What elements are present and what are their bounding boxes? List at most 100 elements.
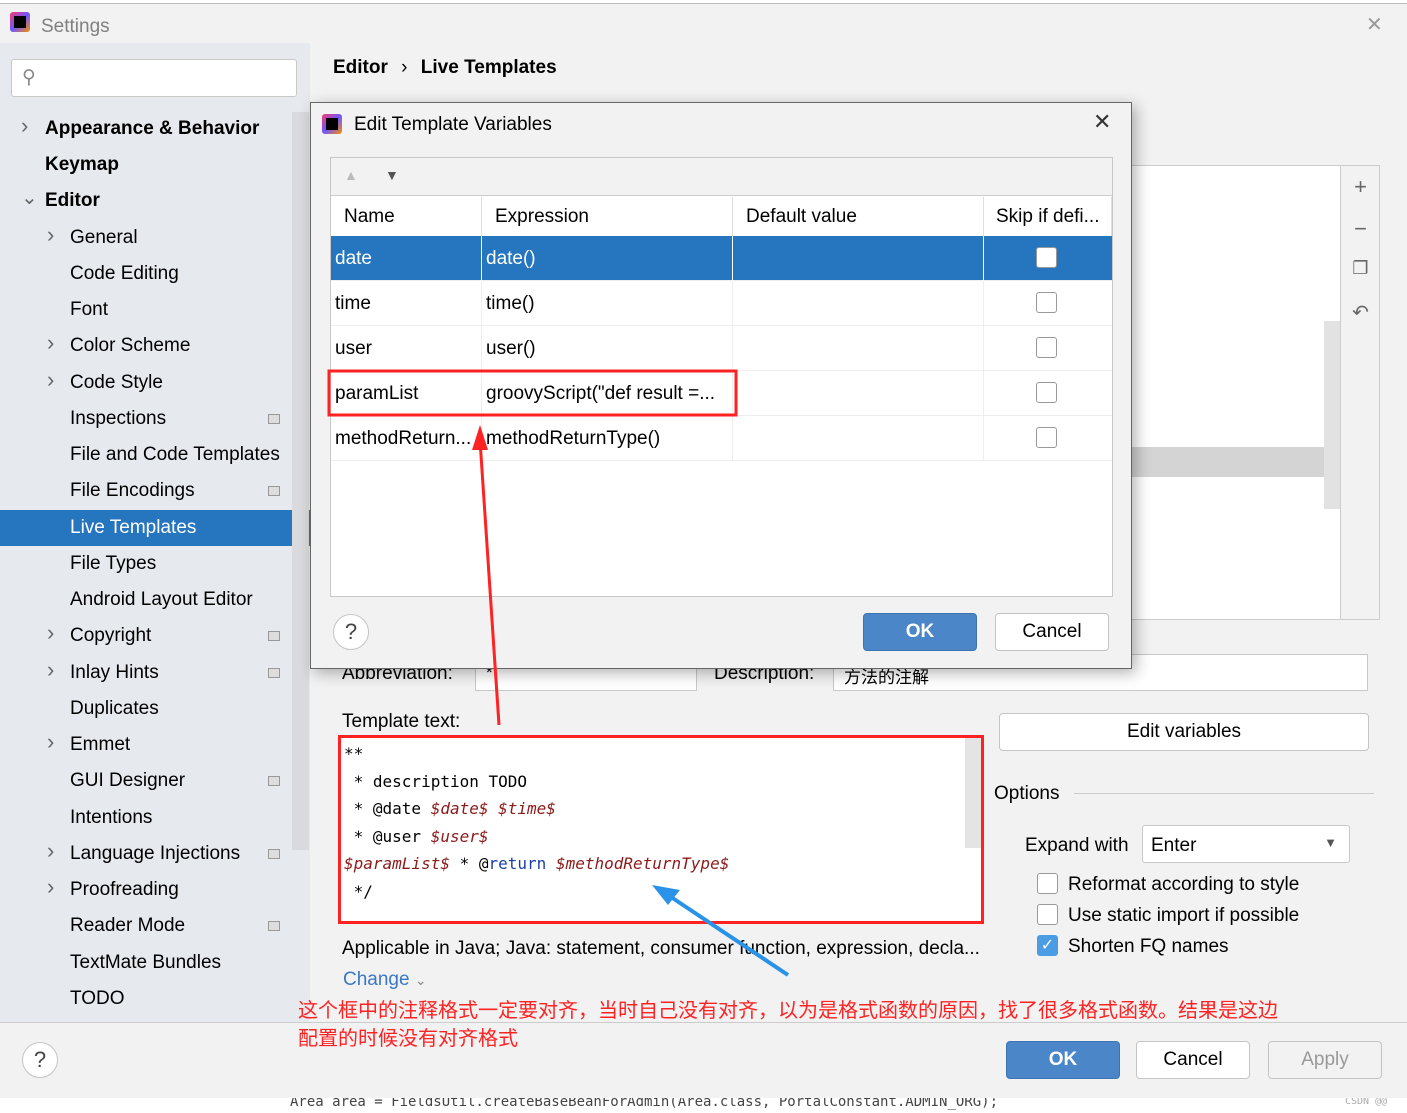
close-icon[interactable]: ✕ (1366, 12, 1383, 37)
cell-default[interactable] (733, 371, 984, 416)
skip-if-defined-checkbox[interactable] (1036, 337, 1057, 358)
help-button[interactable]: ? (22, 1042, 58, 1078)
cell-name[interactable]: time (331, 281, 482, 326)
sidebar-item-inlay-hints[interactable]: › Inlay Hints (0, 655, 310, 691)
cell-expression[interactable]: user() (482, 326, 733, 371)
table-row[interactable]: paramList groovyScript("def result =... (331, 371, 1112, 416)
column-header[interactable]: Default value (733, 197, 984, 236)
skip-if-defined-checkbox[interactable] (1036, 382, 1057, 403)
cell-expression[interactable]: methodReturnType() (482, 416, 733, 461)
sidebar-item-proofreading[interactable]: › Proofreading (0, 872, 310, 908)
revert-icon[interactable]: ↶ (1341, 300, 1380, 325)
dialog-cancel-button[interactable]: Cancel (995, 613, 1109, 651)
sidebar-scrollbar[interactable] (292, 112, 309, 850)
dialog-help-button[interactable]: ? (333, 614, 369, 650)
checkbox[interactable] (1037, 873, 1058, 894)
sidebar-item-code-style[interactable]: › Code Style (0, 365, 310, 401)
chevron-right-icon[interactable]: › (47, 222, 54, 248)
template-text: * @date (344, 799, 431, 818)
chevron-right-icon[interactable]: › (47, 330, 54, 356)
sidebar-item-keymap[interactable]: Keymap (0, 147, 310, 183)
sidebar-item-label: Inspections (70, 408, 167, 429)
cell-name[interactable]: methodReturn... (331, 416, 482, 461)
chevron-right-icon[interactable]: › (21, 113, 28, 139)
column-header[interactable]: Expression (482, 197, 733, 236)
checkbox[interactable]: ✓ (1037, 935, 1058, 956)
cell-expression[interactable]: date() (482, 236, 733, 281)
cell-name[interactable]: date (331, 236, 482, 281)
copy-icon[interactable]: ❐ (1341, 258, 1380, 279)
sidebar-item-duplicates[interactable]: Duplicates (0, 691, 310, 727)
move-down-icon[interactable]: ▼ (385, 167, 399, 183)
cell-default[interactable] (733, 281, 984, 326)
checkbox-label[interactable]: Shorten FQ names (1068, 936, 1229, 958)
table-row[interactable]: time time() (331, 281, 1112, 326)
template-line: * @date $date$ $time$ (344, 799, 556, 818)
cell-name[interactable]: paramList (331, 371, 482, 416)
checkbox-label[interactable]: Reformat according to style (1068, 874, 1299, 896)
sidebar-item-copyright[interactable]: › Copyright (0, 618, 310, 654)
list-scrollbar[interactable] (1324, 321, 1340, 509)
sidebar-item-todo[interactable]: TODO (0, 981, 310, 1017)
chevron-right-icon[interactable]: › (47, 874, 54, 900)
cell-default[interactable] (733, 236, 984, 281)
dialog-ok-button[interactable]: OK (863, 613, 977, 651)
sidebar-item-file-types[interactable]: File Types (0, 546, 310, 582)
table-row[interactable]: user user() (331, 326, 1112, 371)
sidebar-item-emmet[interactable]: › Emmet (0, 727, 310, 763)
template-text-editor[interactable]: ** * description TODO * @date $date$ $ti… (338, 735, 984, 924)
sidebar-item-file-encodings[interactable]: File Encodings (0, 473, 310, 509)
sidebar-item-reader-mode[interactable]: Reader Mode (0, 908, 310, 944)
move-up-icon[interactable]: ▲ (344, 167, 358, 183)
chevron-right-icon[interactable]: › (47, 620, 54, 646)
add-icon[interactable]: + (1341, 174, 1380, 200)
breadcrumb-parent[interactable]: Editor (333, 57, 388, 78)
edit-variables-button[interactable]: Edit variables (999, 713, 1369, 751)
cell-expression[interactable]: time() (482, 281, 733, 326)
sidebar-item-intentions[interactable]: Intentions (0, 800, 310, 836)
project-settings-icon (268, 921, 280, 931)
sidebar-item-color-scheme[interactable]: › Color Scheme (0, 328, 310, 364)
sidebar-item-appearance-behavior[interactable]: › Appearance & Behavior (0, 111, 310, 147)
templates-list[interactable] (1100, 165, 1380, 620)
sidebar-item-language-injections[interactable]: › Language Injections (0, 836, 310, 872)
sidebar-item-file-and-code-templates[interactable]: File and Code Templates (0, 437, 310, 473)
chevron-right-icon[interactable]: › (47, 657, 54, 683)
sidebar-item-label: TextMate Bundles (70, 952, 222, 973)
chevron-right-icon[interactable]: › (47, 838, 54, 864)
remove-icon[interactable]: − (1341, 216, 1380, 242)
dialog-close-icon[interactable]: ✕ (1093, 109, 1111, 135)
checkbox[interactable] (1037, 904, 1058, 925)
column-header[interactable]: Name (331, 197, 482, 236)
editor-scrollbar[interactable] (965, 738, 981, 848)
chevron-right-icon[interactable]: › (47, 729, 54, 755)
cell-default[interactable] (733, 326, 984, 371)
sidebar-item-gui-designer[interactable]: GUI Designer (0, 763, 310, 799)
apply-button[interactable]: Apply (1268, 1041, 1382, 1079)
search-input[interactable]: ⚲ (11, 59, 297, 97)
options-divider (1074, 793, 1374, 794)
expand-with-select[interactable]: Enter ▼ (1142, 825, 1350, 863)
cell-name[interactable]: user (331, 326, 482, 371)
sidebar-item-editor[interactable]: ⌄ Editor (0, 183, 310, 219)
skip-if-defined-checkbox[interactable] (1036, 292, 1057, 313)
sidebar-item-live-templates[interactable]: Live Templates (0, 510, 310, 546)
skip-if-defined-checkbox[interactable] (1036, 247, 1057, 268)
chevron-right-icon[interactable]: › (47, 367, 54, 393)
sidebar-item-general[interactable]: › General (0, 220, 310, 256)
change-link[interactable]: Change ⌄ (343, 969, 427, 991)
template-variable: $time$ (498, 799, 556, 818)
skip-if-defined-checkbox[interactable] (1036, 427, 1057, 448)
sidebar-item-textmate-bundles[interactable]: TextMate Bundles (0, 945, 310, 981)
sidebar-item-android-layout-editor[interactable]: Android Layout Editor (0, 582, 310, 618)
cell-default[interactable] (733, 416, 984, 461)
checkbox-label[interactable]: Use static import if possible (1068, 905, 1299, 927)
sidebar-item-code-editing[interactable]: Code Editing (0, 256, 310, 292)
sidebar-item-font[interactable]: Font (0, 292, 310, 328)
cell-expression[interactable]: groovyScript("def result =... (482, 371, 733, 416)
column-header[interactable]: Skip if defi... (984, 197, 1112, 236)
table-row[interactable]: date date() (331, 236, 1112, 281)
table-row[interactable]: methodReturn... methodReturnType() (331, 416, 1112, 461)
sidebar-item-inspections[interactable]: Inspections (0, 401, 310, 437)
chevron-down-icon[interactable]: ⌄ (21, 185, 38, 210)
